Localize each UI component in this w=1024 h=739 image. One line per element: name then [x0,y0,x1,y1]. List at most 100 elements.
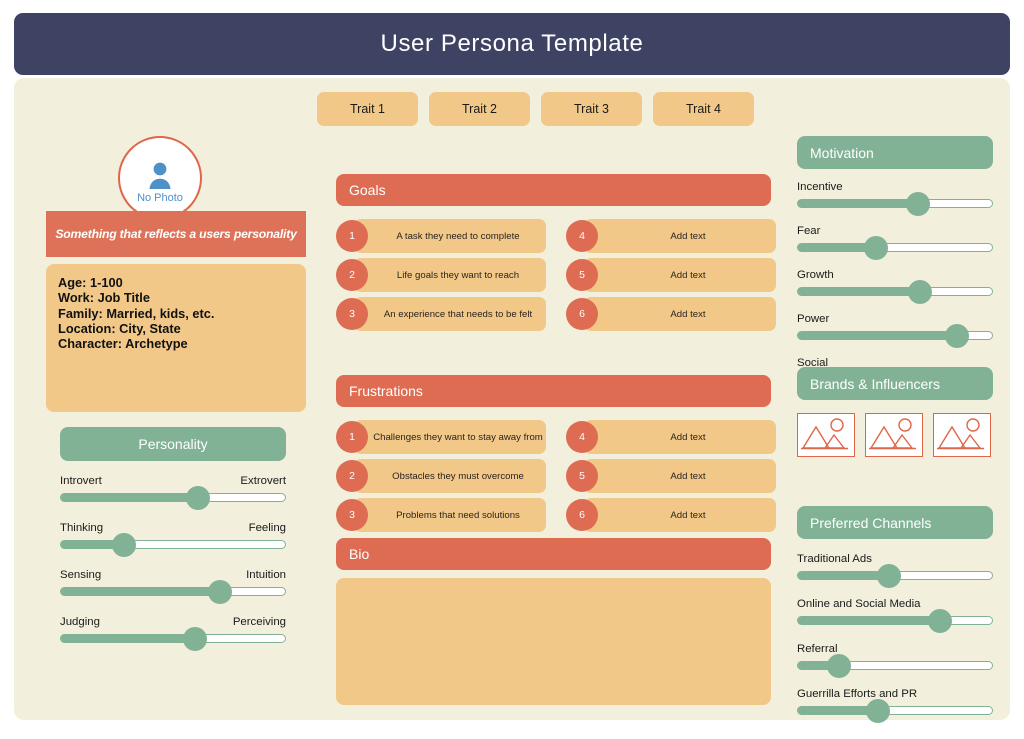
list-item[interactable]: Add text 4 [566,219,776,253]
list-item-pill[interactable]: Life goals they want to reach [354,258,546,292]
slider-track[interactable] [60,485,286,510]
slider-fill [61,634,196,643]
slider-thumb[interactable] [908,279,933,304]
list-item-number: 6 [566,499,598,531]
list-item[interactable]: Add text 4 [566,420,776,454]
trait-button-2[interactable]: Trait 2 [429,92,530,126]
slider-track[interactable] [797,563,993,588]
channel-slider-3[interactable]: Referral [797,643,993,678]
goals-header: Goals [336,174,771,206]
trait-button-4[interactable]: Trait 4 [653,92,754,126]
list-item[interactable]: Add text 6 [566,297,776,331]
list-item-pill[interactable]: Add text [584,459,776,493]
slider-thumb[interactable] [111,532,136,557]
slider-thumb[interactable] [877,563,902,588]
personality-slider-3[interactable]: Sensing Intuition [60,569,286,604]
list-item[interactable]: Life goals they want to reach 2 [336,258,546,292]
slider-label-right: Perceiving [232,616,286,628]
motivation-slider-1[interactable]: Incentive [797,181,993,216]
list-item[interactable]: A task they need to complete 1 [336,219,546,253]
persona-info-card[interactable]: Age: 1-100 Work: Job Title Family: Marri… [46,264,306,412]
list-item-pill[interactable]: Challenges they want to stay away from [354,420,546,454]
list-item-pill[interactable]: Add text [584,498,776,532]
slider-label-left: Judging [60,616,100,628]
image-placeholder-icon [866,418,920,458]
slider-track[interactable] [797,279,993,304]
slider-thumb[interactable] [906,191,931,216]
persona-tagline-text: Something that reflects a users personal… [55,227,297,241]
list-item[interactable]: Add text 5 [566,258,776,292]
slider-thumb[interactable] [185,485,210,510]
brands-section: Brands & Influencers [797,367,993,457]
slider-track[interactable] [797,235,993,260]
trait-button-1[interactable]: Trait 1 [317,92,418,126]
list-item-pill[interactable]: Add text [584,219,776,253]
brand-image-placeholder-1[interactable] [797,413,855,457]
brand-image-placeholder-2[interactable] [865,413,923,457]
brand-image-placeholder-3[interactable] [933,413,991,457]
channel-slider-2[interactable]: Online and Social Media [797,598,993,633]
slider-track[interactable] [797,323,993,348]
slider-track[interactable] [60,579,286,604]
channels-title: Preferred Channels [810,514,932,531]
personality-slider-4[interactable]: Judging Perceiving [60,616,286,651]
channel-slider-1[interactable]: Traditional Ads [797,553,993,588]
list-item[interactable]: Add text 6 [566,498,776,532]
list-item-pill[interactable]: A task they need to complete [354,219,546,253]
slider-labels: Introvert Extrovert [60,475,286,487]
motivation-slider-4[interactable]: Power [797,313,993,348]
list-item-number: 2 [336,460,368,492]
list-item-number: 3 [336,499,368,531]
avatar[interactable]: No Photo [118,136,202,220]
list-item[interactable]: Problems that need solutions 3 [336,498,546,532]
personality-slider-2[interactable]: Thinking Feeling [60,522,286,557]
bio-section: Bio [336,538,771,705]
avatar-circle[interactable]: No Photo [118,136,202,220]
slider-track[interactable] [797,653,993,678]
personality-slider-1[interactable]: Introvert Extrovert [60,475,286,510]
slider-thumb[interactable] [865,698,890,723]
slider-thumb[interactable] [183,626,208,651]
slider-thumb[interactable] [826,653,851,678]
frustrations-header: Frustrations [336,375,771,407]
channel-slider-4[interactable]: Guerrilla Efforts and PR [797,688,993,723]
list-item-pill[interactable]: Obstacles they must overcome [354,459,546,493]
list-item-pill[interactable]: Problems that need solutions [354,498,546,532]
slider-thumb[interactable] [863,235,888,260]
info-line-character: Character: Archetype [58,336,188,352]
list-item-number: 4 [566,421,598,453]
page-header: User Persona Template [14,13,1010,75]
list-item-pill[interactable]: An experience that needs to be felt [354,297,546,331]
list-item-text: A task they need to complete [396,230,520,242]
slider-track[interactable] [60,626,286,651]
slider-label-left: Introvert [60,475,102,487]
slider-track[interactable] [797,608,993,633]
list-item-pill[interactable]: Add text [584,297,776,331]
info-line-work: Work: Job Title [58,290,150,306]
slider-thumb[interactable] [945,323,970,348]
slider-thumb[interactable] [208,579,233,604]
list-item-pill[interactable]: Add text [584,258,776,292]
slider-track[interactable] [797,191,993,216]
goals-left-list: A task they need to complete 1 Life goals … [336,219,546,336]
person-icon [144,153,176,191]
slider-label-right: Feeling [248,522,286,534]
list-item-number: 2 [336,259,368,291]
slider-track[interactable] [797,698,993,723]
motivation-slider-2[interactable]: Fear [797,225,993,260]
list-item-text: Problems that need solutions [396,509,520,521]
trait-button-3[interactable]: Trait 3 [541,92,642,126]
brand-placeholders [797,413,993,457]
motivation-slider-3[interactable]: Growth [797,269,993,304]
slider-label: Growth [797,269,834,281]
list-item[interactable]: Challenges they want to stay away from 1 [336,420,546,454]
slider-track[interactable] [60,532,286,557]
slider-thumb[interactable] [927,608,952,633]
bio-text-area[interactable] [336,578,771,705]
list-item[interactable]: Add text 5 [566,459,776,493]
list-item[interactable]: Obstacles they must overcome 2 [336,459,546,493]
frustrations-right-list: Add text 4 Add text 5 Add text 6 [566,420,776,537]
list-item[interactable]: An experience that needs to be felt 3 [336,297,546,331]
motivation-sliders: Incentive Fear Growth Power Social [797,181,993,392]
list-item-pill[interactable]: Add text [584,420,776,454]
